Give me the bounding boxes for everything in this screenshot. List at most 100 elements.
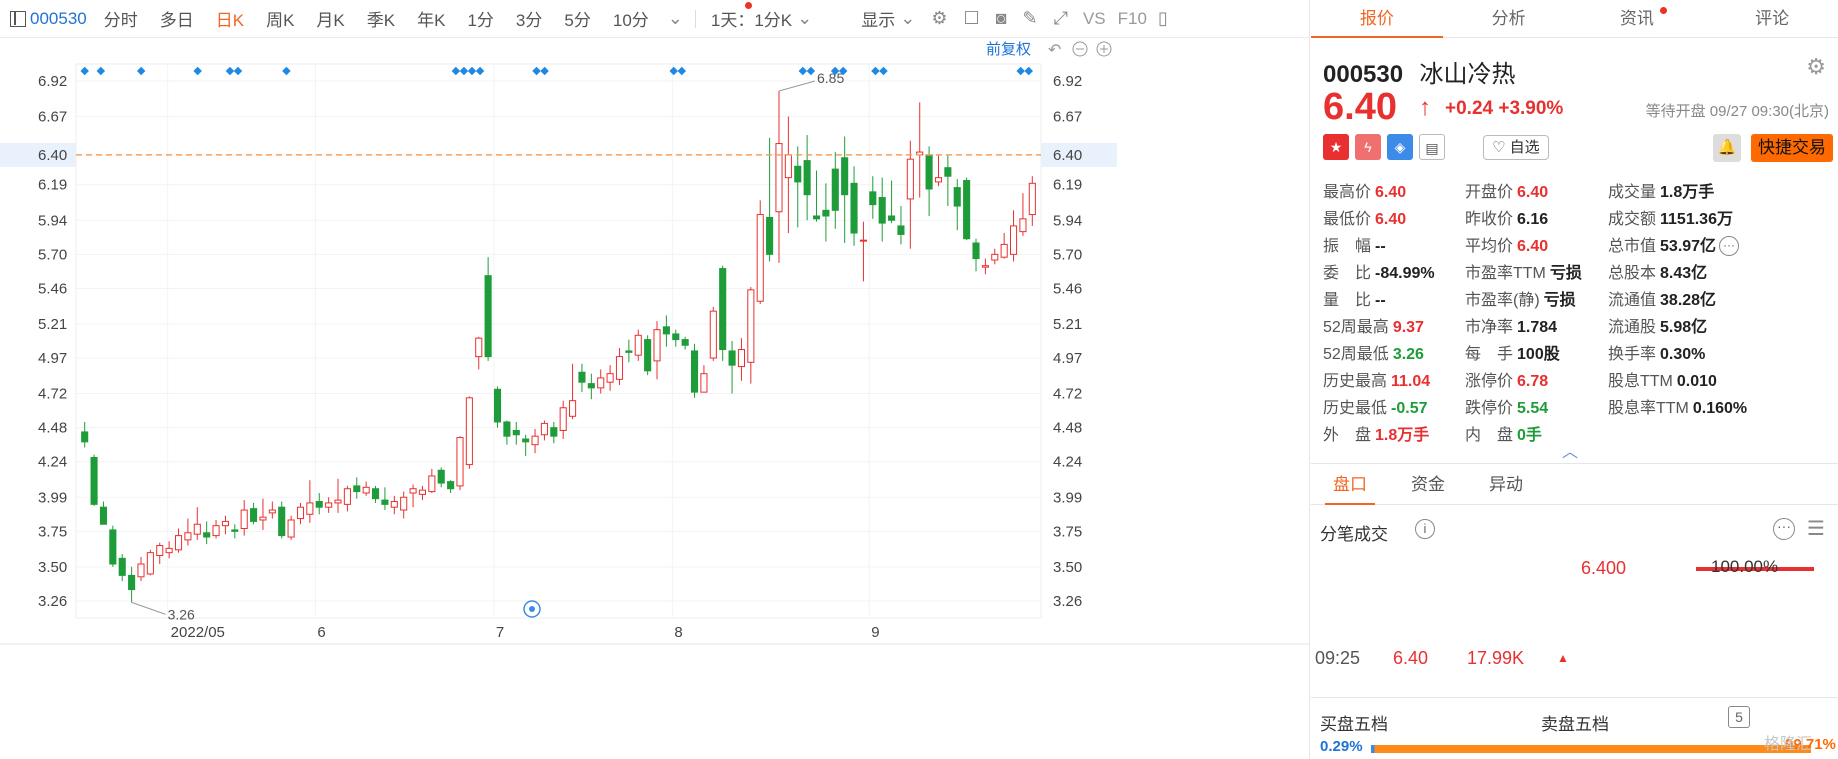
candle[interactable]	[306, 480, 314, 523]
candle[interactable]	[137, 556, 145, 582]
candle[interactable]	[212, 519, 220, 539]
candle[interactable]	[231, 524, 239, 539]
candle[interactable]	[822, 183, 830, 242]
tab-daily-k[interactable]: 日K	[205, 6, 255, 31]
candle[interactable]	[418, 485, 427, 501]
candle[interactable]	[334, 478, 342, 513]
event-marker[interactable]	[233, 66, 243, 76]
candle[interactable]	[672, 329, 680, 347]
candle[interactable]	[569, 363, 577, 420]
display-chevron-icon[interactable]: ⌄	[892, 8, 923, 29]
tab-fund-flow[interactable]: 资金	[1389, 464, 1467, 504]
settings-gear-icon[interactable]: ⚙	[1806, 54, 1826, 80]
event-marker[interactable]	[540, 66, 549, 76]
square-icon[interactable]: ☐	[955, 8, 987, 29]
candle[interactable]	[109, 525, 117, 567]
tab-order-book[interactable]: 盘口	[1311, 464, 1389, 505]
candle[interactable]	[259, 498, 267, 530]
list-icon[interactable]: ☰	[1807, 516, 1825, 541]
candle[interactable]	[859, 221, 867, 282]
candle[interactable]	[493, 386, 502, 428]
candle[interactable]	[99, 501, 108, 525]
candle[interactable]	[278, 501, 286, 539]
chevron-up-icon[interactable]: ︿	[1562, 438, 1578, 462]
tab-1min[interactable]: 1分	[456, 6, 504, 31]
candle[interactable]	[690, 343, 699, 398]
tab-5min[interactable]: 5分	[553, 6, 601, 31]
candle[interactable]	[662, 315, 670, 347]
candle[interactable]	[174, 528, 183, 553]
undo-icon[interactable]: ↶	[1048, 42, 1061, 59]
period-chevron-icon[interactable]: ⌄	[789, 8, 820, 29]
tab-news[interactable]: 资讯	[1575, 0, 1707, 37]
candle[interactable]	[118, 554, 126, 582]
fast-trade-button[interactable]: 快捷交易	[1751, 134, 1833, 162]
adjust-mode-button[interactable]: 前复权	[986, 40, 1031, 58]
candle[interactable]	[1000, 233, 1008, 259]
candle[interactable]	[250, 502, 258, 525]
candle[interactable]	[400, 491, 408, 519]
pencil-icon[interactable]: ✎	[1014, 8, 1045, 29]
event-marker[interactable]	[136, 66, 146, 76]
candle[interactable]	[972, 238, 980, 272]
tag-icon[interactable]: ◈	[1387, 134, 1413, 160]
event-marker[interactable]	[225, 66, 235, 76]
candle[interactable]	[315, 492, 323, 515]
tab-weekly-k[interactable]: 周K	[255, 6, 305, 31]
tab-analysis[interactable]: 分析	[1443, 0, 1575, 37]
candle[interactable]	[503, 420, 511, 445]
tab-10min[interactable]: 10分	[602, 6, 660, 31]
candle[interactable]	[465, 396, 473, 469]
candle[interactable]	[165, 541, 173, 559]
tab-yearly-k[interactable]: 年K	[406, 6, 456, 31]
candlestick-chart[interactable]: 6.92 6.92 6.67 6.67 6.19 6.19 5.94 5.94 5.70 5.70…	[0, 38, 1310, 759]
candle[interactable]	[991, 248, 999, 265]
tab-quarterly-k[interactable]: 季K	[356, 6, 406, 31]
candle[interactable]	[944, 154, 952, 207]
event-marker[interactable]	[1016, 66, 1025, 76]
add-watchlist-button[interactable]: ♡ 自选	[1483, 135, 1549, 160]
candle[interactable]	[268, 501, 276, 519]
tab-movement[interactable]: 异动	[1467, 464, 1545, 504]
candle[interactable]	[831, 152, 839, 229]
event-marker[interactable]	[459, 66, 469, 76]
candle[interactable]	[709, 306, 717, 361]
tab-comments[interactable]: 评论	[1706, 0, 1838, 37]
event-marker[interactable]	[282, 66, 291, 76]
candle[interactable]	[587, 373, 595, 400]
candle[interactable]	[475, 336, 483, 370]
bookmark-icon[interactable]: ▤	[1419, 134, 1445, 160]
chevron-down-icon[interactable]: ⌄	[660, 8, 691, 29]
candle[interactable]	[522, 434, 530, 457]
candle[interactable]	[90, 454, 98, 506]
event-marker[interactable]	[193, 66, 202, 76]
candle[interactable]	[531, 429, 539, 454]
gear-icon[interactable]: ⚙	[923, 8, 955, 29]
candle[interactable]	[934, 154, 943, 187]
candle[interactable]	[296, 502, 305, 525]
event-marker[interactable]	[677, 66, 687, 76]
event-marker[interactable]	[475, 66, 485, 76]
tab-3min[interactable]: 3分	[505, 6, 553, 31]
candle[interactable]	[456, 436, 464, 491]
tab-quote[interactable]: 报价	[1311, 0, 1443, 38]
candle[interactable]	[81, 421, 89, 448]
candle[interactable]	[794, 146, 802, 228]
candle[interactable]	[1019, 193, 1027, 236]
candle[interactable]	[784, 116, 792, 234]
event-marker[interactable]	[451, 66, 461, 76]
tab-monthly-k[interactable]: 月K	[305, 6, 355, 31]
candle[interactable]	[615, 348, 624, 386]
candle[interactable]	[146, 549, 154, 576]
candle[interactable]	[447, 480, 455, 493]
event-marker[interactable]	[80, 66, 89, 76]
candle[interactable]	[156, 542, 164, 565]
event-marker[interactable]	[806, 66, 816, 76]
candle[interactable]	[362, 481, 370, 496]
candle[interactable]	[700, 365, 708, 393]
event-marker[interactable]	[1024, 66, 1033, 76]
candle[interactable]	[550, 421, 558, 444]
camera-icon[interactable]: ◙	[988, 8, 1015, 29]
candle[interactable]	[578, 363, 586, 393]
candle[interactable]	[325, 497, 333, 513]
